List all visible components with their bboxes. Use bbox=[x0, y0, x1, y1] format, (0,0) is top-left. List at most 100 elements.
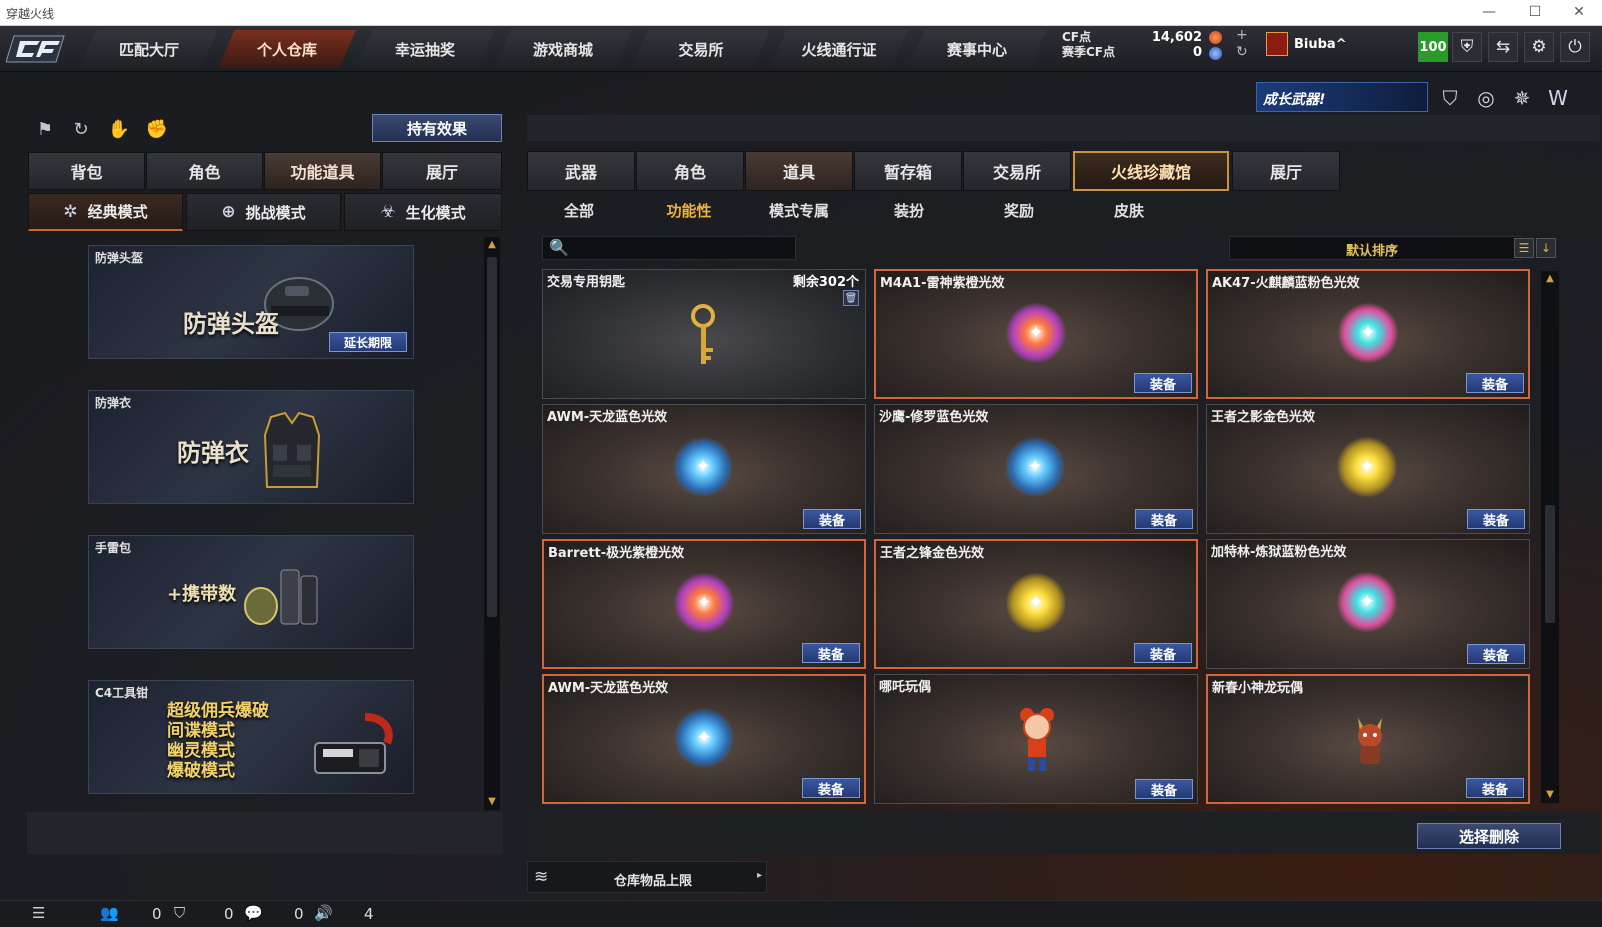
gear-icon[interactable]: ⚙ bbox=[1524, 32, 1554, 62]
stats-icon[interactable]: ⚑ bbox=[32, 116, 58, 142]
chat-icon[interactable]: 💬 bbox=[244, 904, 263, 922]
extend-period-button[interactable]: 延长期限 bbox=[329, 332, 407, 352]
volume-icon[interactable]: 🔊 bbox=[314, 904, 333, 922]
equip-button[interactable]: 装备 bbox=[803, 509, 861, 529]
nav-tab-event-center[interactable]: 赛事中心 bbox=[908, 30, 1046, 68]
subtab-rewards[interactable]: 奖励 bbox=[964, 200, 1074, 222]
tab-showroom[interactable]: 展厅 bbox=[382, 152, 502, 190]
refresh-icon[interactable]: ↻ bbox=[1236, 44, 1248, 60]
left-scrollbar[interactable]: ▲ ▼ bbox=[484, 237, 500, 810]
subtab-skins[interactable]: 皮肤 bbox=[1074, 200, 1184, 222]
history-icon[interactable]: ↻ bbox=[68, 116, 94, 142]
username[interactable]: Biuba^ bbox=[1294, 37, 1347, 52]
select-delete-button[interactable]: 选择删除 bbox=[1417, 823, 1561, 849]
item-name: 王者之影金色光效 bbox=[1211, 410, 1316, 425]
tab-characters[interactable]: 角色 bbox=[636, 151, 744, 191]
hand-icon[interactable]: ✋ bbox=[106, 116, 132, 142]
trash-icon[interactable]: 🗑 bbox=[843, 290, 859, 306]
item-vest-card[interactable]: 防弹衣 防弹衣 bbox=[88, 390, 414, 504]
equip-button[interactable]: 装备 bbox=[1134, 373, 1192, 393]
item-card-desert-eagle-effect[interactable]: 沙鹰-修罗蓝色光效 装备 bbox=[874, 404, 1198, 534]
sort-direction-icon[interactable]: ↓ bbox=[1536, 238, 1556, 258]
equip-button[interactable]: 装备 bbox=[1467, 644, 1525, 664]
item-helmet-card[interactable]: 防弹头盔 防弹头盔 延长期限 bbox=[88, 245, 414, 359]
maximize-button[interactable]: ☐ bbox=[1512, 0, 1558, 26]
tab-functional-items[interactable]: 功能道具 bbox=[264, 152, 381, 190]
list-view-icon[interactable]: ☰ bbox=[1514, 238, 1534, 258]
clan-icon[interactable]: ⛉ bbox=[174, 904, 185, 922]
close-button[interactable]: ✕ bbox=[1556, 0, 1602, 26]
item-card-gatling-effect[interactable]: 加特林-炼狱蓝粉色光效 装备 bbox=[1206, 539, 1530, 669]
burst-icon[interactable]: ✵ bbox=[1508, 84, 1536, 112]
item-card-barrett-effect[interactable]: Barrett-极光紫橙光效 装备 bbox=[542, 539, 866, 669]
tab-right-showroom[interactable]: 展厅 bbox=[1232, 151, 1340, 191]
mode-tab-biochemical[interactable]: ☣ 生化模式 bbox=[344, 193, 502, 231]
scroll-down-arrow[interactable]: ▼ bbox=[1542, 787, 1558, 803]
subtab-all[interactable]: 全部 bbox=[524, 200, 634, 222]
item-card-ak47-effect[interactable]: AK47-火麒麟蓝粉色光效 装备 bbox=[1206, 269, 1530, 399]
equip-button[interactable]: 装备 bbox=[1466, 778, 1524, 798]
tab-weapons[interactable]: 武器 bbox=[527, 151, 635, 191]
fist-icon[interactable]: ✊ bbox=[144, 116, 170, 142]
tab-props[interactable]: 道具 bbox=[745, 151, 853, 191]
recharge-button[interactable]: + bbox=[1236, 27, 1248, 43]
equip-button[interactable]: 装备 bbox=[1467, 509, 1525, 529]
subtab-mode-exclusive[interactable]: 模式专属 bbox=[744, 200, 854, 222]
scroll-down-arrow[interactable]: ▼ bbox=[484, 794, 500, 810]
tab-backpack[interactable]: 背包 bbox=[28, 152, 145, 190]
item-card-m4a1-effect[interactable]: M4A1-雷神紫橙光效 装备 bbox=[874, 269, 1198, 399]
nav-tab-exchange[interactable]: 交易所 bbox=[632, 30, 770, 68]
tab-collection-hall[interactable]: 火线珍藏馆 bbox=[1073, 151, 1229, 191]
item-c4-tool-card[interactable]: C4工具钳 超级佣兵爆破 间谍模式 幽灵模式 爆破模式 bbox=[88, 680, 414, 794]
friends-icon[interactable]: 👥 bbox=[100, 904, 119, 922]
item-card-awm-effect-2[interactable]: AWM-天龙蓝色光效 装备 bbox=[542, 674, 866, 804]
power-icon[interactable]: ⏻ bbox=[1560, 32, 1590, 62]
subtab-dressup[interactable]: 装扮 bbox=[854, 200, 964, 222]
scroll-up-arrow[interactable]: ▲ bbox=[1542, 271, 1558, 287]
item-card-kings-edge-effect[interactable]: 王者之锋金色光效 装备 bbox=[874, 539, 1198, 669]
menu-icon[interactable]: ☰ bbox=[32, 904, 45, 922]
growth-weapon-banner[interactable]: 成长武器! bbox=[1256, 82, 1428, 112]
minimize-button[interactable]: — bbox=[1466, 0, 1512, 26]
item-big-label: 防弹头盔 bbox=[183, 310, 279, 338]
item-card-kings-shadow-effect[interactable]: 王者之影金色光效 装备 bbox=[1206, 404, 1530, 534]
nav-tab-lucky-draw[interactable]: 幸运抽奖 bbox=[356, 30, 494, 68]
storage-capacity-button[interactable]: ≋ 仓库物品上限 ▸ bbox=[527, 861, 767, 893]
nav-tab-match-lobby[interactable]: 匹配大厅 bbox=[80, 30, 218, 68]
search-input[interactable] bbox=[571, 239, 791, 257]
item-card-awm-effect[interactable]: AWM-天龙蓝色光效 装备 bbox=[542, 404, 866, 534]
scrollbar-thumb[interactable] bbox=[1545, 505, 1555, 623]
mode-tab-challenge[interactable]: ⊕ 挑战模式 bbox=[186, 193, 341, 231]
nav-tab-personal-storage[interactable]: 个人仓库 bbox=[218, 30, 356, 68]
nav-tab-battle-pass[interactable]: 火线通行证 bbox=[770, 30, 908, 68]
equip-button[interactable]: 装备 bbox=[1134, 643, 1192, 663]
equip-button[interactable]: 装备 bbox=[802, 643, 860, 663]
exchange-icon[interactable]: ⇆ bbox=[1488, 32, 1518, 62]
scrollbar-thumb[interactable] bbox=[487, 257, 497, 617]
sort-dropdown[interactable]: 默认排序 bbox=[1229, 236, 1521, 260]
globe-icon[interactable]: ◎ bbox=[1472, 84, 1500, 112]
equip-button[interactable]: 装备 bbox=[1135, 779, 1193, 799]
item-name: Barrett-极光紫橙光效 bbox=[548, 546, 685, 561]
item-grenade-pack-card[interactable]: 手雷包 +携带数 bbox=[88, 535, 414, 649]
equip-button[interactable]: 装备 bbox=[802, 778, 860, 798]
badge-icon[interactable]: ⛉ bbox=[1436, 84, 1464, 112]
nav-tab-game-mall[interactable]: 游戏商城 bbox=[494, 30, 632, 68]
holding-effect-button[interactable]: 持有效果 bbox=[372, 114, 502, 142]
shield-icon[interactable]: ⛨ bbox=[1452, 32, 1482, 62]
scroll-up-arrow[interactable]: ▲ bbox=[484, 237, 500, 253]
equip-button[interactable]: 装备 bbox=[1135, 509, 1193, 529]
tab-temp-box[interactable]: 暂存箱 bbox=[854, 151, 962, 191]
w-logo-icon[interactable]: W bbox=[1544, 84, 1572, 112]
cf-logo[interactable] bbox=[6, 30, 68, 68]
equip-button[interactable]: 装备 bbox=[1466, 373, 1524, 393]
subtab-functional[interactable]: 功能性 bbox=[634, 200, 744, 222]
mode-tab-classic[interactable]: ✲ 经典模式 bbox=[28, 193, 183, 231]
item-search-box[interactable]: 🔍 bbox=[542, 236, 796, 260]
item-card-dragon-doll[interactable]: 新春小神龙玩偶 装备 bbox=[1206, 674, 1530, 804]
tab-character[interactable]: 角色 bbox=[146, 152, 263, 190]
tab-trade[interactable]: 交易所 bbox=[963, 151, 1071, 191]
right-scrollbar[interactable]: ▲ ▼ bbox=[1541, 271, 1559, 803]
item-card-trade-key[interactable]: 交易专用钥匙 剩余302个 🗑 bbox=[542, 269, 866, 399]
item-card-nezha-doll[interactable]: 哪吒玩偶 装备 bbox=[874, 674, 1198, 804]
